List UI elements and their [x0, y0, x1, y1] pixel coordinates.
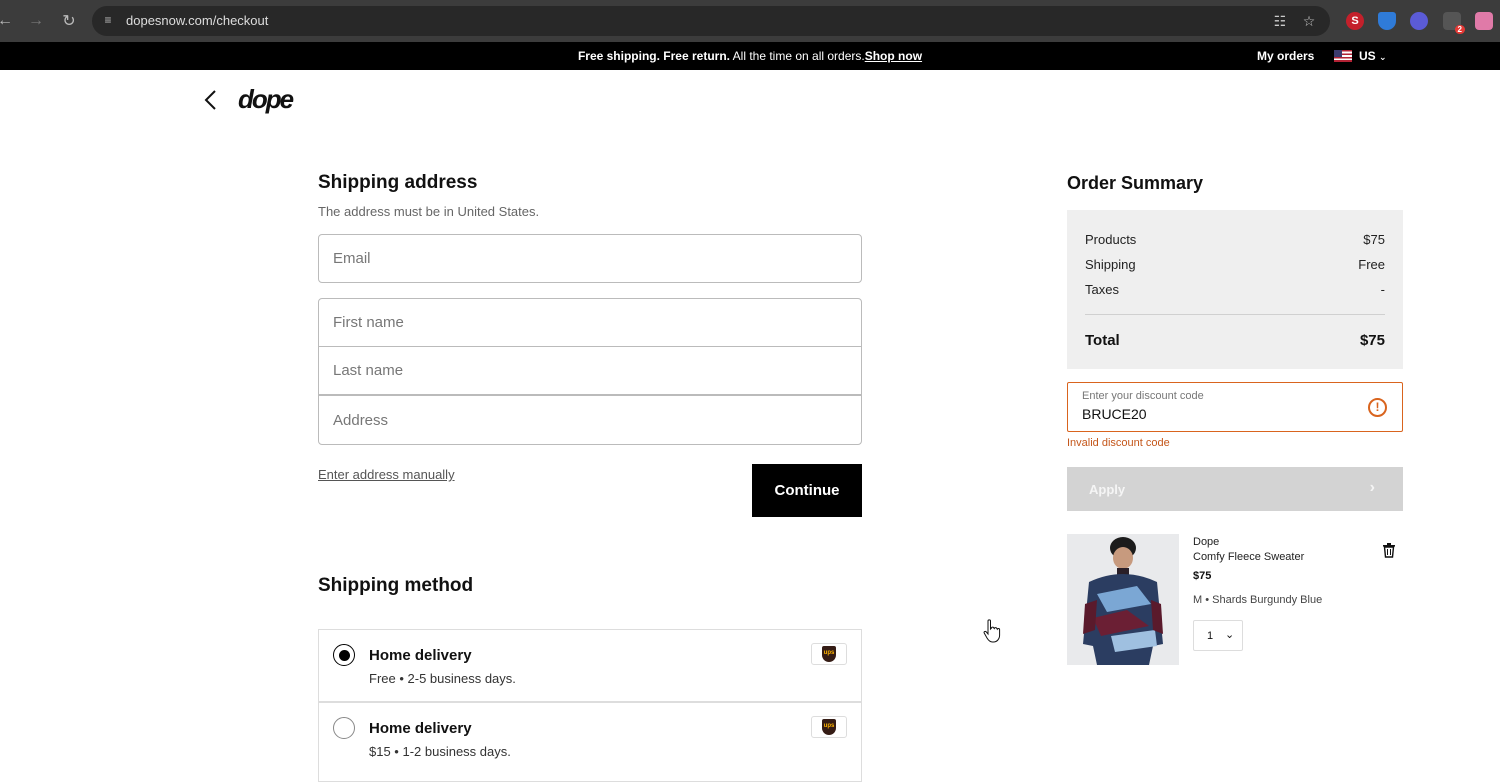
ups-icon: ups [811, 643, 847, 665]
order-summary-panel: Products $75 Shipping Free Taxes - Total… [1067, 210, 1403, 369]
browser-toolbar: ← → ↻ ≡ dopesnow.com/checkout ☷ ☆ S 2 [0, 0, 1500, 42]
email-field[interactable] [319, 235, 861, 282]
shipping-option-desc: $15 • 1-2 business days. [369, 744, 511, 759]
trash-icon[interactable] [1376, 537, 1402, 563]
product-image[interactable] [1067, 534, 1179, 665]
shipping-option-title: Home delivery [369, 720, 472, 737]
first-name-field-wrapper [318, 298, 862, 347]
reload-icon[interactable]: ↻ [58, 10, 80, 32]
product-brand: Dope [1193, 536, 1220, 548]
url-text[interactable]: dopesnow.com/checkout [126, 13, 268, 28]
total-value: $75 [1359, 332, 1385, 349]
discount-code-value[interactable]: BRUCE20 [1082, 406, 1147, 422]
order-summary-title: Order Summary [1067, 173, 1204, 193]
product-price: $75 [1193, 570, 1212, 582]
extension-pink-icon[interactable] [1475, 12, 1493, 30]
us-flag-icon[interactable] [1334, 50, 1352, 62]
discount-code-label: Enter your discount code [1082, 390, 1204, 402]
shipping-address-subtitle: The address must be in United States. [318, 204, 540, 219]
shipping-option-title: Home delivery [369, 647, 472, 664]
shipping-option-desc: Free • 2-5 business days. [369, 671, 516, 686]
apply-label: Apply [1089, 482, 1126, 497]
total-label: Total [1085, 332, 1120, 349]
quantity-select[interactable]: 1 ⌄ [1193, 620, 1243, 651]
error-alert-icon: ! [1368, 398, 1387, 417]
last-name-field[interactable] [319, 347, 861, 394]
quantity-value: 1 [1207, 630, 1214, 642]
extension-s-icon[interactable]: S [1346, 12, 1364, 30]
summary-row-taxes: Taxes - [1085, 282, 1385, 297]
brand-logo[interactable]: dope [238, 84, 294, 115]
last-name-field-wrapper [318, 346, 862, 395]
address-bar[interactable]: ≡ dopesnow.com/checkout ☷ ☆ [92, 6, 1330, 36]
shipping-option[interactable]: Home delivery Free • 2-5 business days. … [318, 629, 862, 702]
back-arrow-icon[interactable] [200, 88, 222, 112]
bookmark-star-icon[interactable]: ☆ [1300, 12, 1318, 30]
address-field[interactable] [319, 396, 861, 444]
extension-avatar-icon[interactable] [1410, 12, 1428, 30]
shield-extension-icon[interactable] [1378, 12, 1396, 30]
shipping-address-title: Shipping address [318, 172, 478, 193]
trash-glyph [1383, 543, 1395, 558]
product-variant: M • Shards Burgundy Blue [1193, 594, 1323, 606]
summary-total-row: Total $75 [1085, 332, 1385, 349]
my-orders-link[interactable]: My orders [1257, 49, 1314, 63]
summary-label: Shipping [1085, 257, 1136, 272]
summary-row-products: Products $75 [1085, 232, 1385, 247]
extension-badge-count: 2 [1454, 25, 1465, 34]
promo-bar: Free shipping. Free return. All the time… [0, 42, 1500, 70]
summary-label: Taxes [1085, 282, 1119, 297]
chevron-down-icon: ⌄ [1225, 629, 1235, 641]
discount-code-field[interactable]: Enter your discount code BRUCE20 ! [1067, 382, 1403, 432]
discount-error-message: Invalid discount code [1067, 437, 1170, 449]
translate-icon[interactable]: ☷ [1271, 12, 1289, 30]
hand-cursor-icon [983, 619, 1001, 643]
continue-button[interactable]: Continue [752, 464, 862, 517]
first-name-field[interactable] [319, 299, 861, 346]
ups-logo: ups [822, 719, 836, 735]
promo-normal-text: All the time on all orders. [729, 49, 865, 63]
chevron-down-icon: ⌄ [1379, 52, 1387, 62]
summary-row-shipping: Shipping Free [1085, 257, 1385, 272]
shipping-method-title: Shipping method [318, 575, 474, 596]
chevron-right-icon: › [1369, 479, 1375, 496]
summary-divider [1085, 314, 1385, 315]
product-name[interactable]: Comfy Fleece Sweater [1193, 551, 1304, 563]
forward-nav-icon[interactable]: → [25, 10, 47, 32]
enter-address-manually-link[interactable]: Enter address manually [318, 467, 455, 482]
ups-icon: ups [811, 716, 847, 738]
shipping-option[interactable]: Home delivery $15 • 1-2 business days. u… [318, 702, 862, 782]
radio-selected[interactable] [333, 644, 355, 666]
ups-logo: ups [822, 646, 836, 662]
site-settings-icon[interactable]: ≡ [100, 13, 116, 29]
extension-badge-icon[interactable]: 2 [1443, 12, 1465, 34]
shop-now-link[interactable]: Shop now [865, 49, 922, 63]
summary-label: Products [1085, 232, 1137, 247]
summary-value: Free [1358, 257, 1385, 272]
summary-value: - [1380, 282, 1385, 297]
radio-unselected[interactable] [333, 717, 355, 739]
address-field-wrapper [318, 395, 862, 445]
promo-bold-text: Free shipping. Free return. [577, 49, 730, 63]
locale-selector[interactable]: US ⌄ [1359, 49, 1387, 63]
apply-discount-button[interactable]: Apply › [1067, 467, 1403, 511]
back-nav-icon[interactable]: ← [0, 10, 16, 32]
sweater-model-image [1067, 534, 1179, 665]
email-field-wrapper [318, 234, 862, 283]
locale-label: US [1359, 49, 1376, 63]
summary-value: $75 [1363, 232, 1385, 247]
